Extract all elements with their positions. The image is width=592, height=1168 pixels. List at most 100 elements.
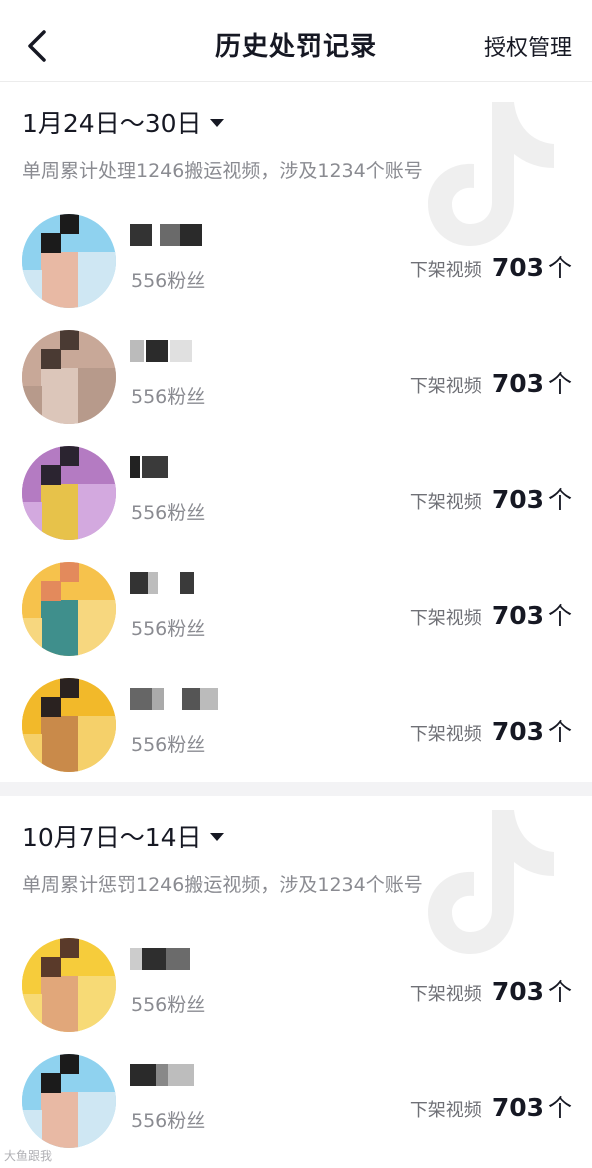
avatar-mosaic-cell (40, 956, 61, 977)
avatar (22, 330, 116, 424)
avatar-mosaic-cell (97, 678, 116, 698)
name-mosaic-block (130, 688, 152, 710)
blurred-account-name (130, 224, 230, 248)
avatar-mosaic-cell (97, 1054, 116, 1074)
avatar-mosaic-cell (59, 330, 80, 350)
removed-videos: 下架视频 703 个 (410, 1088, 572, 1123)
avatar-mosaic-cell (78, 251, 116, 308)
removed-videos-unit: 个 (548, 718, 572, 746)
avatar-mosaic-cell (40, 367, 80, 424)
avatar-mosaic-cell (22, 251, 42, 272)
name-mosaic-block (142, 456, 168, 478)
fans-count: 556粉丝 (131, 502, 206, 524)
avatar-mosaic-cell (59, 678, 80, 698)
account-row[interactable]: 556粉丝 下架视频 703 个 (0, 196, 592, 312)
avatar-mosaic-cell (59, 562, 80, 582)
removed-videos-unit: 个 (548, 486, 572, 514)
removed-videos-unit: 个 (548, 1094, 572, 1122)
avatar-mosaic-cell (22, 994, 42, 1032)
removed-videos: 下架视频 703 个 (410, 712, 572, 747)
avatar-mosaic-cell (22, 618, 42, 656)
fans-count: 556粉丝 (131, 1110, 206, 1132)
account-row[interactable]: 556粉丝 下架视频 703 个 (0, 660, 592, 776)
name-mosaic-block (156, 1064, 168, 1086)
avatar-mosaic-cell (40, 696, 61, 717)
date-range-selector[interactable]: 10月7日～14日 (22, 818, 224, 854)
account-row[interactable]: 556粉丝 下架视频 703 个 (0, 312, 592, 428)
date-range-label: 1月24日～30日 (22, 109, 202, 138)
name-mosaic-block (130, 340, 144, 362)
avatar-mosaic-cell (22, 734, 42, 772)
avatar-mosaic-cell (59, 214, 80, 234)
name-mosaic-block (180, 224, 202, 246)
name-mosaic-block (168, 1064, 194, 1086)
account-row[interactable]: 556粉丝 下架视频 703 个 (0, 428, 592, 544)
avatar-mosaic-cell (40, 348, 61, 369)
avatar (22, 1054, 116, 1148)
avatar-mosaic-cell (40, 1091, 80, 1148)
watermark-text: 大鱼跟我 (4, 1149, 53, 1163)
caret-down-icon (209, 833, 224, 841)
avatar-mosaic-cell (78, 367, 116, 424)
avatar-mosaic-cell (97, 330, 116, 350)
fans-count: 556粉丝 (131, 386, 206, 408)
removed-videos-label: 下架视频 (409, 492, 482, 513)
avatar-mosaic-cell (40, 599, 80, 656)
name-mosaic-block (130, 948, 142, 970)
name-mosaic-block (130, 572, 148, 594)
name-mosaic-block (182, 688, 200, 710)
avatar-mosaic-cell (22, 1110, 42, 1148)
avatar-mosaic-cell (78, 975, 116, 1032)
avatar-mosaic-cell (22, 599, 42, 620)
penalty-history-page: 历史处罚记录 授权管理 1月24日～30日 单周累计处理1246搬运视频，涉及1… (0, 0, 592, 1168)
removed-videos-label: 下架视频 (409, 260, 482, 281)
blurred-account-name (130, 948, 230, 972)
avatar (22, 562, 116, 656)
removed-videos-count: 703 (491, 253, 544, 282)
removed-videos-unit: 个 (548, 978, 572, 1006)
name-mosaic-block (130, 1064, 156, 1086)
avatar-mosaic-cell (59, 1054, 80, 1074)
avatar-mosaic-cell (78, 715, 116, 772)
date-range-selector[interactable]: 1月24日～30日 (22, 104, 224, 140)
name-mosaic-block (152, 688, 164, 710)
account-row[interactable]: 556粉丝 下架视频 703 个 (0, 1036, 592, 1152)
name-mosaic-block (166, 948, 190, 970)
removed-videos-count: 703 (491, 1093, 544, 1122)
date-range-label: 10月7日～14日 (22, 823, 202, 852)
name-mosaic-block (148, 572, 158, 594)
avatar-mosaic-cell (40, 464, 61, 485)
avatar-mosaic-cell (97, 214, 116, 234)
removed-videos-label: 下架视频 (409, 724, 482, 745)
avatar-mosaic-cell (22, 270, 42, 308)
caret-down-icon (209, 119, 224, 127)
avatar-mosaic-cell (97, 938, 116, 958)
removed-videos: 下架视频 703 个 (410, 364, 572, 399)
blurred-account-name (130, 572, 230, 596)
removed-videos-count: 703 (491, 485, 544, 514)
name-mosaic-block (142, 948, 166, 970)
top-nav-bar: 历史处罚记录 授权管理 (0, 0, 592, 82)
avatar-mosaic-cell (40, 483, 80, 540)
name-mosaic-block (160, 224, 180, 246)
avatar-mosaic-cell (40, 975, 80, 1032)
avatar-mosaic-cell (59, 446, 80, 466)
removed-videos-count: 703 (491, 977, 544, 1006)
removed-videos-label: 下架视频 (409, 1100, 482, 1121)
avatar-mosaic-cell (40, 715, 80, 772)
account-row[interactable]: 556粉丝 下架视频 703 个 (0, 544, 592, 660)
removed-videos: 下架视频 703 个 (410, 248, 572, 283)
avatar-mosaic-cell (78, 599, 116, 656)
avatar (22, 678, 116, 772)
name-mosaic-block (130, 224, 152, 246)
authorization-management-link[interactable]: 授权管理 (484, 30, 572, 62)
name-mosaic-block (180, 572, 194, 594)
removed-videos-unit: 个 (548, 602, 572, 630)
blurred-account-name (130, 340, 230, 364)
account-row[interactable]: 556粉丝 下架视频 703 个 (0, 920, 592, 1036)
avatar-mosaic-cell (40, 232, 61, 253)
avatar-mosaic-cell (40, 1072, 61, 1093)
name-mosaic-block (200, 688, 218, 710)
avatar-mosaic-cell (78, 483, 116, 540)
avatar-mosaic-cell (22, 386, 42, 424)
